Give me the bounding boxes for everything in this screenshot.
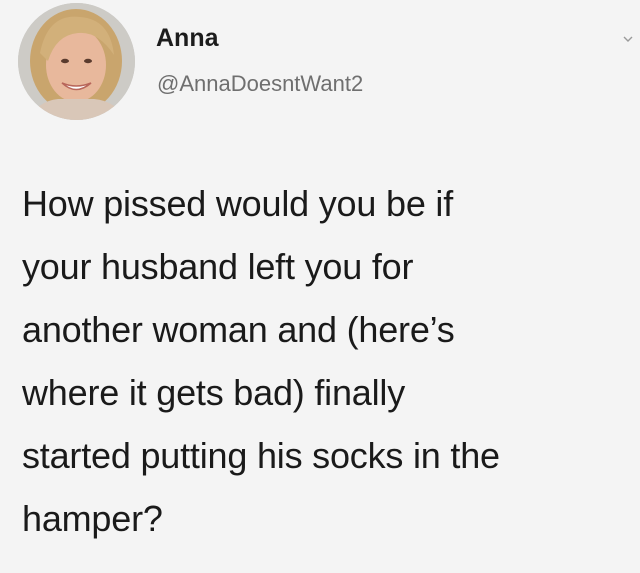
tweet-text: How pissed would you be if your husband …: [22, 172, 622, 550]
avatar[interactable]: [18, 3, 135, 120]
tweet-text-line: where it gets bad) finally: [22, 372, 405, 413]
profile-photo: [18, 3, 135, 120]
tweet-text-line: started putting his socks in the: [22, 435, 500, 476]
tweet-text-line: hamper?: [22, 498, 163, 539]
tweet-text-line: your husband left you for: [22, 246, 414, 287]
tweet-text-line: another woman and (here’s: [22, 309, 455, 350]
display-name[interactable]: Anna: [156, 24, 219, 53]
tweet-text-line: How pissed would you be if: [22, 183, 454, 224]
tweet-card: Anna @AnnaDoesntWant2 How pissed would y…: [0, 0, 640, 573]
user-handle[interactable]: @AnnaDoesntWant2: [157, 71, 363, 97]
chevron-down-icon[interactable]: [622, 33, 634, 45]
